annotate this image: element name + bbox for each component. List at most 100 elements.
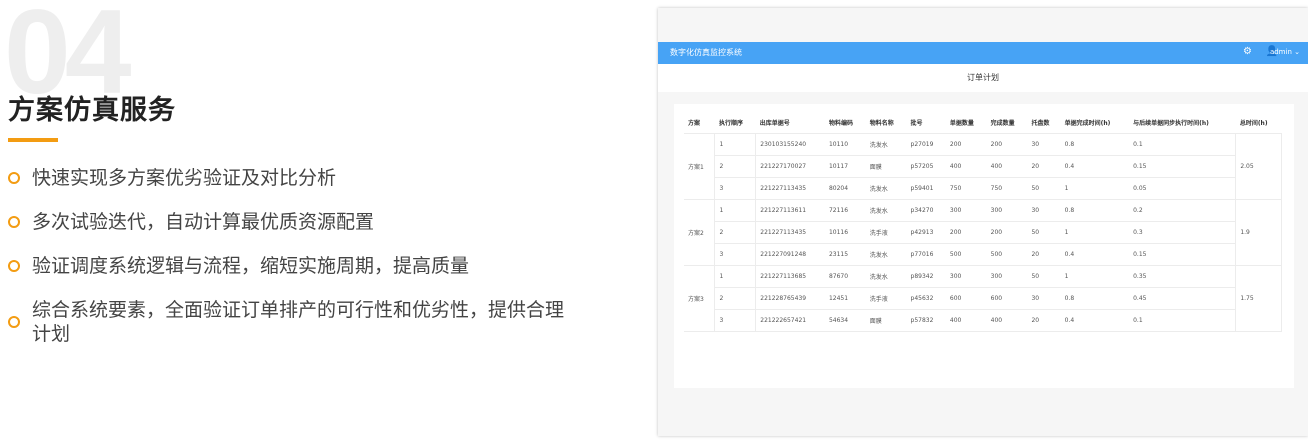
table-row: 方案1 1 230103155240 10110 洗发水 p27019 200 200 30 0.…: [684, 133, 1282, 200]
table-cell: 500: [945, 243, 987, 266]
plan-cell: 方案3: [684, 265, 715, 332]
table-cell: 2: [714, 221, 757, 244]
table-cell: 221227113435: [755, 221, 825, 244]
table-row: 3 221222657421 54634 面膜 p57832 400 400 20 0.4 0.1: [684, 309, 1282, 332]
col-header: 物料名称: [865, 112, 907, 134]
feature-text: 快速实现多方案优劣验证及对比分析: [32, 167, 337, 189]
table-cell: 面膜: [865, 155, 907, 178]
plan-cell: 方案2: [684, 199, 715, 266]
col-header: 托盘数: [1027, 112, 1061, 134]
table-cell: 23115: [824, 243, 866, 266]
table-cell: 3: [714, 309, 757, 332]
table-cell: 0.8: [1060, 287, 1130, 310]
table-cell: 1: [714, 199, 757, 222]
table-cell: 80204: [824, 177, 866, 200]
table-cell: 300: [945, 265, 987, 288]
app-title: 数字化仿真监控系统: [670, 48, 742, 57]
table-cell: 221227091248: [755, 243, 825, 266]
table-cell: 10117: [824, 155, 866, 178]
username: admin: [1269, 48, 1292, 56]
col-header: 单据完成时间(h): [1060, 112, 1130, 134]
table-cell: 400: [945, 309, 987, 332]
table-cell: 50: [1027, 177, 1061, 200]
table-cell: 600: [986, 287, 1028, 310]
table-cell: 2: [714, 155, 757, 178]
table-cell: 0.4: [1060, 243, 1130, 266]
feature-item: 快速实现多方案优劣验证及对比分析: [8, 166, 568, 190]
table-header-row: 方案 执行顺序 出库单据号 物料编码 物料名称 批号 单据数量 完成数量 托盘数…: [684, 112, 1282, 134]
table-cell: 30: [1027, 199, 1061, 222]
table-cell: p77016: [906, 243, 946, 266]
table-cell: 1: [1060, 177, 1130, 200]
table-cell: 12451: [824, 287, 866, 310]
table-cell: 洗发水: [865, 199, 907, 222]
col-header: 总时间(h): [1235, 112, 1282, 134]
table-cell: 1: [714, 265, 757, 288]
table-cell: 87670: [824, 265, 866, 288]
col-header: 执行顺序: [714, 112, 756, 134]
table-cell: 0.1: [1129, 133, 1236, 156]
table-cell: 300: [986, 199, 1028, 222]
table-cell: 0.45: [1129, 287, 1236, 310]
table-cell: 面膜: [865, 309, 907, 332]
table-panel: 方案 执行顺序 出库单据号 物料编码 物料名称 批号 单据数量 完成数量 托盘数…: [674, 104, 1294, 388]
bullet-circle-icon: [8, 260, 20, 272]
col-header: 完成数量: [986, 112, 1028, 134]
bullet-circle-icon: [8, 172, 20, 184]
table-cell: 300: [986, 265, 1028, 288]
table-cell: 600: [945, 287, 987, 310]
table-cell: 1: [714, 133, 757, 156]
gear-icon[interactable]: ⚙: [1243, 46, 1252, 57]
table-cell: p34270: [906, 199, 946, 222]
table-cell: 20: [1027, 309, 1061, 332]
table-cell: 0.4: [1060, 309, 1130, 332]
bullet-circle-icon: [8, 216, 20, 228]
col-header: 批号: [906, 112, 946, 134]
table-row: 2 221228765439 12451 洗手液 p45632 600 600 30 0.8 0.…: [684, 287, 1282, 310]
table-cell: 1: [1060, 221, 1130, 244]
table-cell: 221227170027: [755, 155, 825, 178]
table-cell: 洗发水: [865, 243, 907, 266]
title-underline: [8, 138, 58, 142]
table-cell: 0.4: [1060, 155, 1130, 178]
col-header: 方案: [684, 112, 715, 134]
table-cell: 400: [986, 309, 1028, 332]
table-cell: 221227113611: [755, 199, 825, 222]
total-time-cell: 1.75: [1235, 265, 1282, 332]
table-cell: 0.8: [1060, 199, 1130, 222]
table-cell: 300: [945, 199, 987, 222]
table-cell: 洗手液: [865, 287, 907, 310]
table-cell: p45632: [906, 287, 946, 310]
table-cell: 200: [986, 133, 1028, 156]
table-cell: 3: [714, 177, 757, 200]
feature-item: 综合系统要素，全面验证订单排产的可行性和优劣性，提供合理计划: [8, 298, 568, 346]
table-cell: 50: [1027, 265, 1061, 288]
table-cell: 30: [1027, 133, 1061, 156]
table-cell: 200: [986, 221, 1028, 244]
table-cell: p27019: [906, 133, 946, 156]
table-cell: 72116: [824, 199, 866, 222]
col-header: 物料编码: [824, 112, 866, 134]
table-cell: 0.8: [1060, 133, 1130, 156]
feature-text: 验证调度系统逻辑与流程，缩短实施周期，提高质量: [32, 255, 470, 277]
table-cell: 洗发水: [865, 133, 907, 156]
table-cell: 0.3: [1129, 221, 1236, 244]
table-cell: 0.05: [1129, 177, 1236, 200]
table-row: 2 221227170027 10117 面膜 p57205 400 400 20 0.4 0.1…: [684, 155, 1282, 178]
col-header: 与后续单据同步执行时间(h): [1129, 112, 1236, 134]
table-cell: 0.1: [1129, 309, 1236, 332]
plan-cell: 方案1: [684, 133, 715, 200]
table-cell: 0.15: [1129, 243, 1236, 266]
table-cell: 500: [986, 243, 1028, 266]
table-cell: 221227113685: [755, 265, 825, 288]
table-cell: p42913: [906, 221, 946, 244]
table-cell: 400: [986, 155, 1028, 178]
table-cell: 221222657421: [755, 309, 825, 332]
table-cell: 0.35: [1129, 265, 1236, 288]
total-time-cell: 2.05: [1235, 133, 1282, 200]
table-cell: p89342: [906, 265, 946, 288]
total-time-cell: 1.9: [1235, 199, 1282, 266]
app-screenshot: 数字化仿真监控系统 ⚙ 👤 admin ⌄ 订单计划 方案 执行顺序 出库单据号…: [658, 8, 1308, 436]
user-menu[interactable]: admin ⌄: [1270, 48, 1300, 56]
table-cell: 0.15: [1129, 155, 1236, 178]
